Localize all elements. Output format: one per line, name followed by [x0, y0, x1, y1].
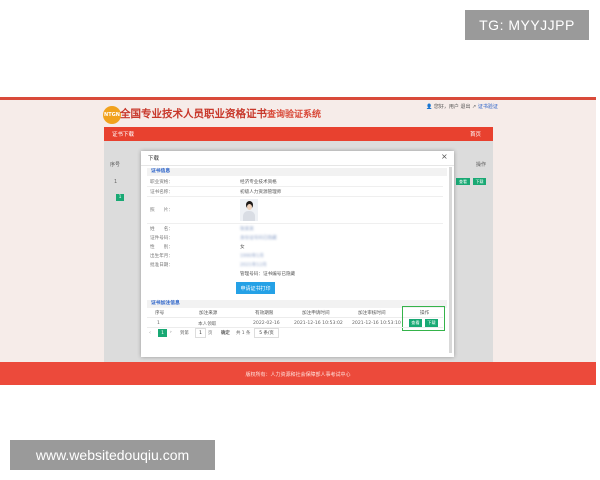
- header-links: 👤 您好，用户 退出 ↗ 证书验证: [426, 103, 498, 110]
- cert-info-section-title: 证书信息: [147, 168, 447, 176]
- divider: [147, 186, 443, 187]
- pager-per-page-select[interactable]: 5 条/页: [254, 328, 279, 338]
- pager-next-icon[interactable]: ›: [170, 330, 172, 335]
- field-label-approval-date: 批准日期：: [150, 263, 173, 268]
- apply-print-button[interactable]: 申请证书打印: [236, 282, 275, 294]
- field-label-cert-name: 证书名称：: [150, 190, 173, 195]
- modal-scrollbar[interactable]: [449, 167, 452, 353]
- divider: [147, 196, 443, 197]
- field-value-cert-name: 初级人力资源管理师: [240, 190, 282, 195]
- field-value-id-number: 身份证号码已隐藏: [240, 236, 277, 241]
- record-header-validity: 有效期限: [255, 311, 274, 316]
- user-greeting-link[interactable]: 您好，用户: [434, 104, 459, 110]
- site-logo-icon: NTGN: [103, 106, 121, 124]
- bg-table-header-op: 操作: [476, 162, 487, 168]
- record-header-review-time: 加注审核时间: [358, 311, 386, 316]
- field-label-name: 姓 名：: [150, 227, 173, 232]
- divider: [147, 223, 443, 224]
- bg-row-number: 1: [114, 179, 118, 185]
- nav-home[interactable]: 首页: [470, 130, 481, 138]
- divider: [147, 317, 443, 318]
- record-download-button[interactable]: 下载: [425, 319, 438, 327]
- field-value-qualification: 经济专业技术资格: [240, 180, 277, 185]
- modal-title: 下载: [148, 156, 160, 162]
- modal-header: [141, 151, 454, 166]
- record-cell-apply-time: 2021-12-16 10:53:02: [294, 321, 343, 326]
- top-accent-line: [0, 97, 596, 100]
- divider: [147, 327, 443, 328]
- telegram-watermark: TG: MYYJJPP: [465, 10, 589, 40]
- browser-screenshot: NTGN 全国专业技术人员职业资格证书查询验证系统 👤 您好，用户 退出 ↗ 证…: [0, 97, 596, 385]
- pager-current-page[interactable]: 1: [158, 329, 167, 337]
- record-cell-validity: 2022-02-16: [253, 321, 280, 326]
- field-value-birth: 1990年1月: [240, 254, 264, 259]
- field-label-qualification: 职业资格：: [150, 180, 173, 185]
- record-header-apply-time: 加注申请时间: [302, 311, 330, 316]
- pager-prev-icon[interactable]: ‹: [149, 330, 151, 336]
- field-value-name: 张某某: [240, 227, 254, 232]
- user-icon: 👤: [426, 104, 433, 110]
- record-view-button[interactable]: 查看: [409, 319, 422, 327]
- record-cell-seq: 1: [157, 321, 160, 326]
- record-header-seq: 序号: [155, 311, 165, 316]
- nav-certificate-download[interactable]: 证书下载: [112, 130, 134, 138]
- field-label-gender: 性 别：: [150, 245, 173, 250]
- site-title: 全国专业技术人员职业资格证书查询验证系统: [120, 106, 321, 121]
- bg-download-button[interactable]: 下载: [473, 178, 486, 185]
- footer-copyright: 版权所有：人力资源和社会保障部人事考试中心: [245, 372, 351, 378]
- pager-goto-label: 到第: [180, 331, 189, 336]
- logout-link[interactable]: 退出: [460, 104, 470, 110]
- photo-face: [247, 204, 252, 210]
- bg-table-header-seq: 序号: [110, 162, 121, 168]
- field-label-birth: 出生年月：: [150, 254, 173, 259]
- record-cell-review-time: 2021-12-16 10:53:10: [352, 321, 401, 326]
- site-title-suffix: 查询验证系统: [267, 110, 322, 120]
- field-value-approval-date: 2021年12月: [240, 263, 267, 268]
- field-value-gender: 女: [240, 245, 245, 250]
- share-icon: ↗: [472, 104, 477, 110]
- site-title-main: 全国专业技术人员职业资格证书: [120, 108, 267, 120]
- field-value-management-number: 管理号码：证书编号已隐藏: [240, 272, 296, 277]
- close-icon[interactable]: ×: [441, 152, 448, 161]
- bg-pager-page[interactable]: 1: [116, 194, 124, 201]
- pager-goto-input[interactable]: 1: [195, 328, 206, 338]
- pager-total: 共 1 条: [236, 331, 251, 336]
- field-label-photo: 照 片：: [150, 208, 173, 213]
- record-header-source: 加注来源: [199, 311, 218, 316]
- pager-page-unit: 页: [208, 331, 213, 336]
- verify-link[interactable]: 证书验证: [478, 104, 498, 110]
- bg-view-button[interactable]: 查看: [456, 178, 470, 185]
- website-watermark: www.websitedouqiu.com: [10, 440, 215, 470]
- photo-body: [243, 211, 255, 221]
- main-nav-bar: [104, 127, 493, 141]
- pager-confirm-button[interactable]: 确定: [221, 330, 230, 336]
- field-label-id-number: 证件号码：: [150, 236, 173, 241]
